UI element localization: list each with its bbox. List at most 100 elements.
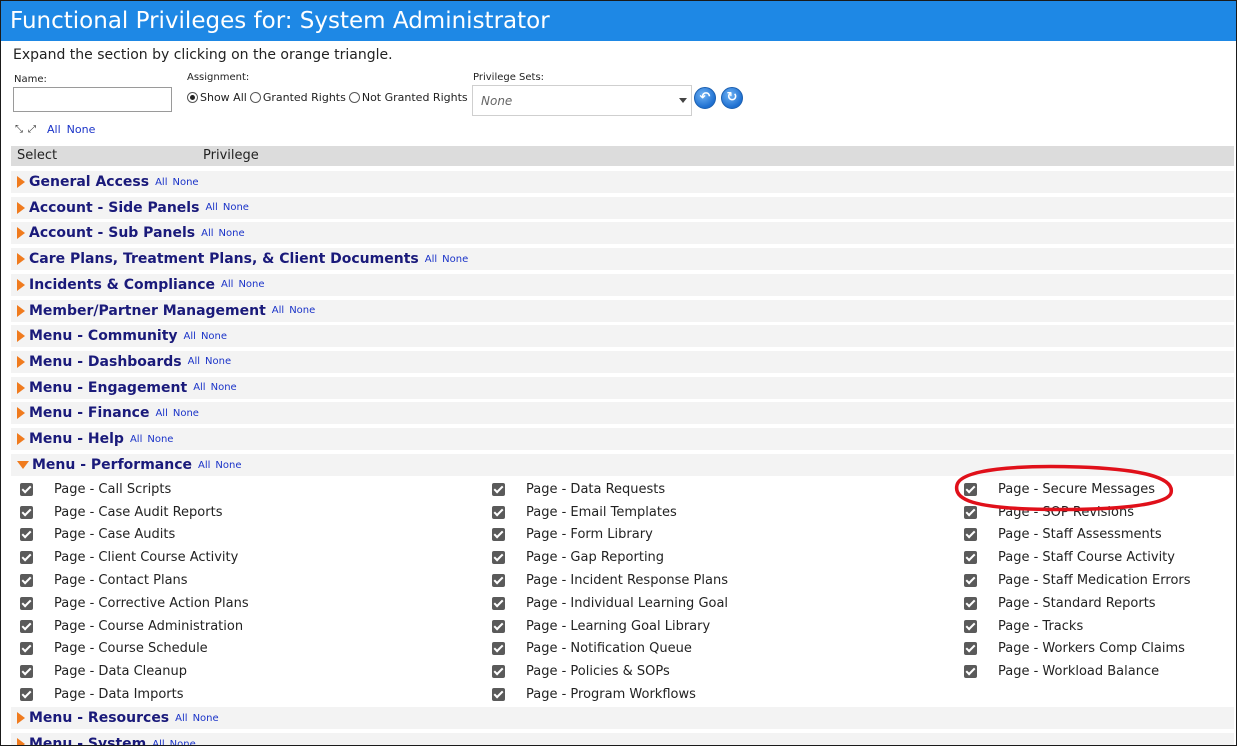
privilege-item: Page - Secure Messages — [955, 478, 1191, 501]
checkbox-checked[interactable] — [20, 642, 33, 656]
section-title: Account - Side Panels — [29, 199, 200, 216]
checkbox-checked[interactable] — [492, 482, 505, 496]
expand-triangle-icon[interactable] — [17, 253, 25, 266]
checkbox-checked[interactable] — [20, 596, 33, 610]
section-none-link[interactable]: None — [205, 356, 231, 367]
checkbox-checked[interactable] — [20, 665, 33, 679]
checkbox-checked[interactable] — [20, 528, 33, 542]
section-none-link[interactable]: None — [173, 408, 199, 419]
checkbox-checked[interactable] — [492, 619, 505, 633]
section-none-link[interactable]: None — [219, 228, 245, 239]
checkbox-checked[interactable] — [964, 482, 977, 496]
section-all-link[interactable]: All — [193, 382, 205, 393]
section-row: Menu - Help All None — [11, 428, 1234, 452]
section-none-link[interactable]: None — [211, 382, 237, 393]
section-title: Menu - Engagement — [29, 379, 188, 396]
checkbox-checked[interactable] — [964, 642, 977, 656]
section-none-link[interactable]: None — [170, 739, 196, 746]
checkbox-checked[interactable] — [492, 665, 505, 679]
checkbox-checked[interactable] — [964, 505, 977, 519]
section-none-link[interactable]: None — [193, 713, 219, 724]
expand-triangle-icon[interactable] — [17, 381, 25, 394]
expand-triangle-icon[interactable] — [17, 433, 25, 445]
section-none-link[interactable]: None — [289, 305, 315, 316]
collapse-all-icon[interactable]: ⤢ — [28, 124, 36, 135]
section-row: Member/Partner Management All None — [11, 299, 1234, 324]
expand-triangle-icon[interactable] — [17, 738, 25, 745]
section-none-link[interactable]: None — [215, 460, 241, 471]
privilege-item: Page - Email Templates — [483, 501, 728, 524]
expand-triangle-icon[interactable] — [17, 330, 25, 343]
section-all-link[interactable]: All — [130, 434, 142, 445]
checkbox-checked[interactable] — [964, 528, 977, 542]
section-all-link[interactable]: All — [184, 331, 196, 342]
radio-icon — [348, 92, 360, 103]
checkbox-checked[interactable] — [964, 551, 977, 565]
checkbox-checked[interactable] — [964, 665, 977, 679]
privilege-sets-label: Privilege Sets: — [473, 72, 545, 83]
refresh-button[interactable]: ↻ — [721, 87, 743, 109]
section-all-link[interactable]: All — [221, 279, 233, 290]
section-row: Menu - Finance All None — [11, 402, 1234, 427]
select-none-link[interactable]: None — [67, 123, 96, 136]
expand-triangle-icon[interactable] — [17, 201, 25, 214]
section-none-link[interactable]: None — [147, 434, 173, 445]
expand-triangle-icon[interactable] — [17, 407, 25, 420]
section-all-link[interactable]: All — [175, 713, 187, 724]
section-all-link[interactable]: All — [155, 408, 167, 419]
checkbox-checked[interactable] — [20, 688, 33, 702]
checkbox-checked[interactable] — [492, 642, 505, 656]
section-all-link[interactable]: All — [201, 228, 213, 239]
name-input[interactable] — [13, 87, 172, 112]
checkbox-checked[interactable] — [20, 505, 33, 519]
checkbox-checked[interactable] — [964, 619, 977, 633]
expand-all-icon[interactable]: ⤡ — [15, 124, 23, 135]
expand-triangle-icon[interactable] — [17, 304, 25, 317]
section-title: Care Plans, Treatment Plans, & Client Do… — [29, 251, 419, 268]
expand-triangle-icon[interactable] — [17, 176, 25, 188]
radio-not-granted-rights[interactable]: Not Granted Rights — [348, 91, 468, 104]
collapse-triangle-icon[interactable] — [17, 461, 29, 469]
section-none-link[interactable]: None — [172, 177, 198, 188]
name-label: Name: — [14, 74, 47, 85]
section-title: Member/Partner Management — [29, 302, 266, 319]
undo-button[interactable]: ↶ — [694, 87, 716, 109]
checkbox-checked[interactable] — [492, 551, 505, 565]
radio-granted-rights[interactable]: Granted Rights — [249, 91, 346, 104]
section-all-link[interactable]: All — [272, 305, 284, 316]
checkbox-checked[interactable] — [964, 596, 977, 610]
radio-show-all[interactable]: Show All — [187, 91, 247, 104]
section-all-link[interactable]: All — [188, 356, 200, 367]
section-none-link[interactable]: None — [442, 254, 468, 265]
checkbox-checked[interactable] — [964, 574, 977, 588]
expand-triangle-icon[interactable] — [17, 278, 25, 291]
section-all-link[interactable]: All — [152, 739, 164, 746]
section-none-link[interactable]: None — [238, 279, 264, 290]
section-row: Menu - Community All None — [11, 325, 1234, 350]
expand-triangle-icon[interactable] — [17, 355, 25, 368]
checkbox-checked[interactable] — [492, 574, 505, 588]
assignment-radio-group: Show All Granted Rights Not Granted Righ… — [187, 91, 471, 104]
undo-icon: ↶ — [699, 90, 711, 105]
section-all-link[interactable]: All — [155, 177, 167, 188]
checkbox-checked[interactable] — [492, 505, 505, 519]
privilege-item: Page - Client Course Activity — [11, 546, 249, 569]
privilege-sets-select[interactable]: None — [472, 85, 692, 116]
checkbox-checked[interactable] — [20, 482, 33, 496]
checkbox-checked[interactable] — [492, 528, 505, 542]
select-all-link[interactable]: All — [47, 123, 61, 136]
checkbox-checked[interactable] — [492, 688, 505, 702]
checkbox-checked[interactable] — [20, 619, 33, 633]
radio-selected-icon — [187, 92, 198, 103]
checkbox-checked[interactable] — [20, 574, 33, 588]
section-all-link[interactable]: All — [425, 254, 437, 265]
checkbox-checked[interactable] — [20, 551, 33, 565]
expand-triangle-icon[interactable] — [17, 227, 25, 240]
section-none-link[interactable]: None — [201, 331, 227, 342]
checkbox-checked[interactable] — [492, 596, 505, 610]
section-none-link[interactable]: None — [223, 202, 249, 213]
chevron-down-icon — [679, 98, 687, 103]
section-all-link[interactable]: All — [198, 460, 210, 471]
expand-triangle-icon[interactable] — [17, 712, 25, 724]
section-all-link[interactable]: All — [205, 202, 217, 213]
